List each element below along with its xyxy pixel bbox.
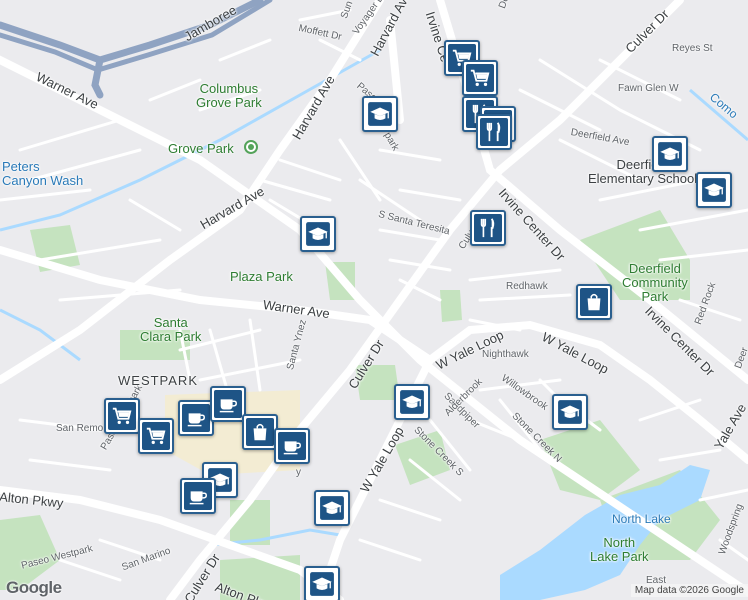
street-label-san-remo: San Remo [56,423,104,434]
poi-marker-school[interactable] [552,394,588,430]
place-label-westpark: WESTPARK [118,373,198,388]
shopping-cart-icon [142,422,170,450]
poi-marker-shopping[interactable] [242,414,278,450]
poi-marker-cafe[interactable] [210,386,246,422]
place-label-columbus-grove-park: Columbus Grove Park [196,81,262,110]
fork-knife-icon [480,118,508,146]
street-label-fawn-glen: Fawn Glen W [618,83,679,94]
place-label-north-lake-park: North Lake Park [590,535,649,564]
graduation-cap-icon [556,398,584,426]
google-logo: Google [6,578,62,597]
poi-marker-school[interactable] [362,96,398,132]
poi-marker-school[interactable] [314,490,350,526]
poi-marker-school[interactable] [304,566,340,600]
shopping-cart-icon [108,402,136,430]
poi-marker-cafe[interactable] [274,428,310,464]
poi-marker-cafe[interactable] [178,400,214,436]
street-label-redhawk: Redhawk [506,281,548,292]
poi-marker-cafe[interactable] [180,478,216,514]
map-credit: Map data ©2026 Google [630,584,748,597]
coffee-cup-icon [214,390,242,418]
place-label-plaza-park: Plaza Park [230,269,293,284]
graduation-cap-icon [366,100,394,128]
poi-marker-restaurant[interactable] [470,210,506,246]
poi-marker-shopping[interactable] [104,398,140,434]
poi-marker-school[interactable] [300,216,336,252]
place-label-grove-park: Grove Park [168,141,234,156]
coffee-cup-icon [278,432,306,460]
poi-marker-school[interactable] [652,136,688,172]
graduation-cap-icon [398,388,426,416]
street-label-nighthawk: Nighthawk [482,349,529,360]
fork-knife-icon [474,214,502,242]
poi-marker-shopping[interactable] [576,284,612,320]
poi-marker-restaurant[interactable] [476,114,512,150]
poi-marker-school[interactable] [394,384,430,420]
shopping-bag-icon [246,418,274,446]
graduation-cap-icon [318,494,346,522]
place-label-peters-canyon-wash: Peters Canyon Wash [2,159,84,188]
park-marker-icon[interactable] [244,140,258,154]
shopping-cart-icon [466,64,494,92]
shopping-bag-icon [580,288,608,316]
graduation-cap-icon [308,570,336,598]
graduation-cap-icon [304,220,332,248]
street-label-truncated-y: y [296,467,301,478]
place-label-deerfield-community-park: Deerfield Community Park [622,261,688,304]
map-canvas[interactable]: Warner Ave Warner Ave Harvard Ave Harvar… [0,0,748,600]
graduation-cap-icon [700,176,728,204]
place-label-north-lake: North Lake [612,512,671,526]
poi-marker-shopping[interactable] [138,418,174,454]
coffee-cup-icon [184,482,212,510]
poi-marker-shopping[interactable] [462,60,498,96]
place-label-santa-clara-park: Santa Clara Park [140,315,202,344]
street-label-reyes: Reyes St [672,43,713,54]
poi-marker-school[interactable] [696,172,732,208]
graduation-cap-icon [656,140,684,168]
coffee-cup-icon [182,404,210,432]
